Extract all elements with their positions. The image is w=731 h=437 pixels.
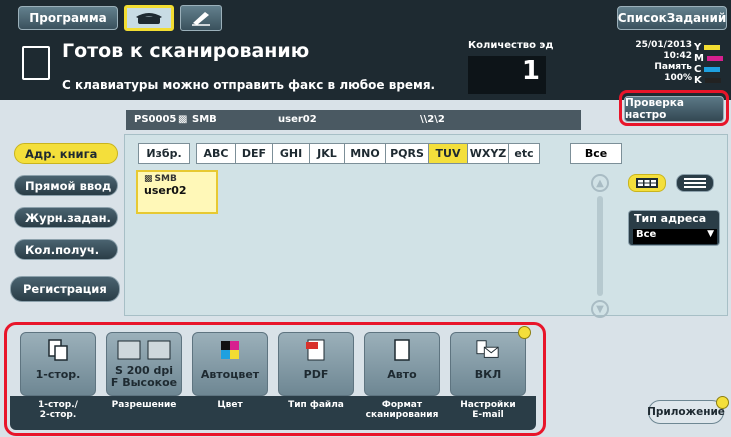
index-tab-pqrs[interactable]: PQRS xyxy=(385,143,429,164)
status-dot-icon xyxy=(716,396,729,409)
toner-letter: M xyxy=(694,53,704,64)
address-entry-type: ▩ SMB xyxy=(144,174,210,184)
program-button[interactable]: Программа xyxy=(18,6,118,30)
toner-letter: Y xyxy=(694,42,702,53)
document-icon xyxy=(22,46,50,80)
phone-icon xyxy=(136,13,162,24)
toner-bar xyxy=(704,67,721,72)
toner-letter: K xyxy=(694,75,702,86)
address-type-value: Все xyxy=(636,229,657,240)
toner-m: M xyxy=(694,53,730,64)
index-tab-tuv[interactable]: TUV xyxy=(428,143,468,164)
address-book-tab[interactable]: Адр. книга xyxy=(14,143,118,164)
application-button[interactable]: Приложение xyxy=(647,400,725,424)
status-message: С клавиатуры можно отправить факс в любо… xyxy=(62,78,436,92)
toner-k: K xyxy=(694,75,730,86)
scroll-down-icon[interactable]: ▼ xyxy=(591,300,609,318)
index-tab-abc[interactable]: ABC xyxy=(196,143,236,164)
address-type-select[interactable]: Все ▼ xyxy=(633,229,717,244)
index-tab-jkl[interactable]: JKL xyxy=(309,143,345,164)
folder-text: \\2\2 xyxy=(420,114,445,125)
memory-value: 100% xyxy=(664,73,692,83)
copies-label: Количество эд xyxy=(468,40,554,51)
toner-bar xyxy=(704,45,721,50)
highlight-ring xyxy=(4,322,546,436)
address-id: PS0005 xyxy=(134,114,177,125)
address-type-filter[interactable]: Тип адреса Все ▼ xyxy=(628,210,720,246)
copies-display: 1 xyxy=(468,56,546,94)
monitor-icon: ▩ xyxy=(178,114,188,125)
direct-input-tab[interactable]: Прямой ввод xyxy=(14,175,118,196)
index-tab-wxyz[interactable]: WXYZ xyxy=(467,143,509,164)
pen-tab[interactable] xyxy=(180,5,222,31)
scroll-up-icon[interactable]: ▲ xyxy=(591,174,609,192)
toner-indicator: Y M C K xyxy=(694,42,730,86)
job-log-tab[interactable]: Журн.задан. xyxy=(14,207,118,228)
recipients-count-tab[interactable]: Кол.получ. xyxy=(14,239,118,260)
index-tab-favorites[interactable]: Избр. xyxy=(138,143,190,164)
grid-view-icon xyxy=(636,178,658,188)
index-tab-etc[interactable]: etc xyxy=(508,143,540,164)
datetime-memory: 25/01/2013 10:42 Память 100% xyxy=(620,40,692,84)
scan-screen: Программа СписокЗаданий Готов к сканиров… xyxy=(0,0,731,437)
monitor-icon: ▩ xyxy=(144,174,153,184)
destination-path-bar: PS0005 ▩ SMB user02 \\2\2 xyxy=(126,110,581,130)
page-title: Готов к сканированию xyxy=(62,40,310,62)
copies-value: 1 xyxy=(521,56,540,86)
date-text: 25/01/2013 xyxy=(635,40,692,50)
job-list-button[interactable]: СписокЗаданий xyxy=(617,6,727,30)
address-type-label: Тип адреса xyxy=(634,212,707,225)
chevron-down-icon: ▼ xyxy=(707,229,714,239)
grid-view-button[interactable] xyxy=(628,174,666,192)
list-view-button[interactable] xyxy=(676,174,714,192)
protocol-text: SMB xyxy=(192,114,217,125)
check-settings-button[interactable]: Проверка настро xyxy=(624,96,724,122)
scrollbar[interactable]: ▲ ▼ xyxy=(590,174,610,324)
memory-label: Память xyxy=(654,62,692,72)
address-entry-name: user02 xyxy=(144,184,187,197)
scroll-track[interactable] xyxy=(597,196,603,296)
toner-bar xyxy=(706,56,723,61)
all-button[interactable]: Все xyxy=(570,143,622,164)
list-view-icon xyxy=(684,178,706,188)
address-type-text: SMB xyxy=(154,174,177,184)
index-tab-mno[interactable]: MNO xyxy=(344,143,386,164)
user-text: user02 xyxy=(278,114,317,125)
toner-bar xyxy=(704,78,721,83)
index-tab-def[interactable]: DEF xyxy=(235,143,273,164)
toner-y: Y xyxy=(694,42,730,53)
toner-c: C xyxy=(694,64,730,75)
fax-scan-tab[interactable] xyxy=(124,5,174,31)
index-tab-ghi[interactable]: GHI xyxy=(272,143,310,164)
address-entry[interactable]: ▩ SMB user02 xyxy=(136,170,218,214)
time-text: 10:42 xyxy=(663,51,692,61)
register-button[interactable]: Регистрация xyxy=(10,276,120,302)
index-tabs: Избр. ABC DEF GHI JKL MNO PQRS TUV WXYZ … xyxy=(138,143,540,164)
toner-letter: C xyxy=(694,64,702,75)
pen-icon xyxy=(192,12,210,26)
